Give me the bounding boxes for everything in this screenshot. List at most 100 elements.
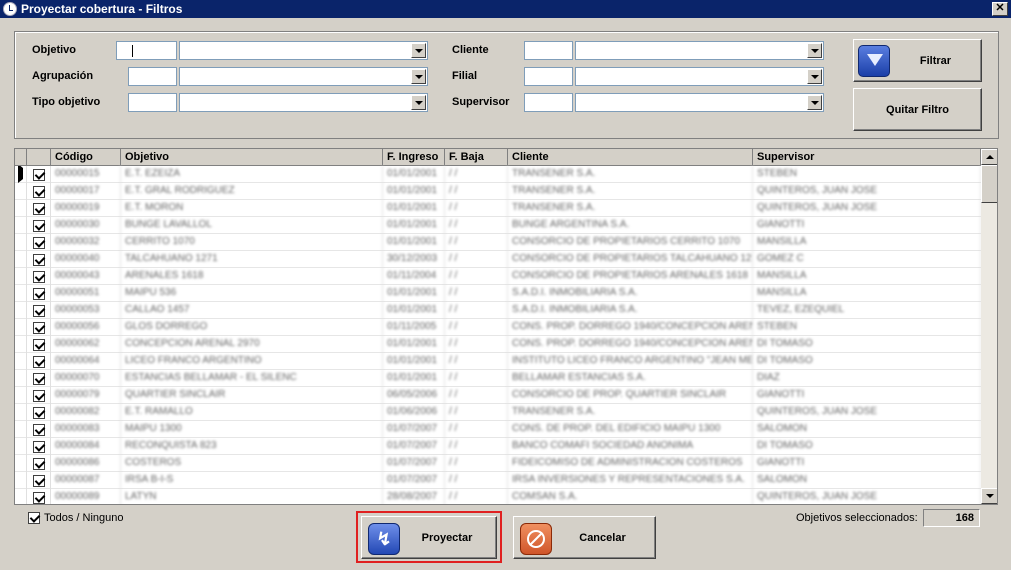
table-row[interactable]: 00000051 MAIPU 536 01/01/2001/ / S.A.D.I. I… xyxy=(15,285,981,302)
table-row[interactable]: 00000030 BUNGE LAVALLOL 01/01/2001/ / BUNGE… xyxy=(15,217,981,234)
objetivo-select[interactable] xyxy=(179,41,428,60)
row-checkbox-cell[interactable] xyxy=(27,285,51,302)
row-checkbox[interactable] xyxy=(32,202,45,215)
row-checkbox-cell[interactable] xyxy=(27,268,51,285)
cancelar-button[interactable]: Cancelar xyxy=(513,516,656,559)
row-checkbox[interactable] xyxy=(32,457,45,470)
table-row[interactable]: 00000079 QUARTIER SINCLAIR 06/05/2006/ / CO… xyxy=(15,387,981,404)
vertical-scrollbar[interactable] xyxy=(981,149,997,504)
header-supervisor[interactable]: Supervisor xyxy=(753,149,981,166)
close-button[interactable]: ✕ xyxy=(992,2,1008,16)
filial-select[interactable] xyxy=(575,67,824,86)
chevron-down-icon[interactable] xyxy=(807,69,822,84)
row-checkbox[interactable] xyxy=(32,440,45,453)
row-checkbox-cell[interactable] xyxy=(27,489,51,504)
agrupacion-code-input[interactable] xyxy=(128,67,177,86)
table-row[interactable]: 00000087 IRSA B-I-S 01/07/2007/ / IRSA INVE… xyxy=(15,472,981,489)
table-row[interactable]: 00000017 E.T. GRAL RODRIGUEZ 01/01/2001/ /… xyxy=(15,183,981,200)
cliente-code-input[interactable] xyxy=(524,41,573,60)
row-checkbox-cell[interactable] xyxy=(27,234,51,251)
objetivo-code-input[interactable] xyxy=(116,41,177,60)
row-checkbox[interactable] xyxy=(32,372,45,385)
row-checkbox-cell[interactable] xyxy=(27,438,51,455)
cell-codigo: 00000053 xyxy=(51,302,121,319)
table-row[interactable]: 00000032 CERRITO 1070 01/01/2001/ / CONSORC… xyxy=(15,234,981,251)
checkbox-checked[interactable] xyxy=(28,512,40,524)
row-checkbox[interactable] xyxy=(32,185,45,198)
header-fecha-ingreso[interactable]: F. Ingreso xyxy=(383,149,445,166)
row-checkbox[interactable] xyxy=(32,287,45,300)
scroll-up-button[interactable] xyxy=(981,149,997,165)
row-checkbox[interactable] xyxy=(32,270,45,283)
tipo-objetivo-code-input[interactable] xyxy=(128,93,177,112)
row-checkbox-cell[interactable] xyxy=(27,353,51,370)
supervisor-select[interactable] xyxy=(575,93,824,112)
row-checkbox-cell[interactable] xyxy=(27,370,51,387)
cell-cliente: CONS. PROP. DORREGO 1940/CONCEPCION AREN xyxy=(508,319,753,336)
row-checkbox-cell[interactable] xyxy=(27,455,51,472)
table-row[interactable]: 00000015 E.T. EZEIZA 01/01/2001/ / TRANSENE… xyxy=(15,166,981,183)
header-cliente[interactable]: Cliente xyxy=(508,149,753,166)
row-checkbox-cell[interactable] xyxy=(27,319,51,336)
table-row[interactable]: 00000062 CONCEPCION ARENAL 2970 01/01/2001… xyxy=(15,336,981,353)
header-fecha-baja[interactable]: F. Baja xyxy=(445,149,508,166)
row-checkbox[interactable] xyxy=(32,355,45,368)
row-checkbox-cell[interactable] xyxy=(27,183,51,200)
filtrar-button[interactable]: Filtrar xyxy=(853,39,982,82)
table-row[interactable]: 00000064 LICEO FRANCO ARGENTINO 01/01/2001… xyxy=(15,353,981,370)
table-row[interactable]: 00000043 ARENALES 1618 01/11/2004/ / CONSOR… xyxy=(15,268,981,285)
scroll-down-button[interactable] xyxy=(981,488,997,504)
row-checkbox-cell[interactable] xyxy=(27,302,51,319)
table-row[interactable]: 00000086 COSTEROS 01/07/2007/ / FIDEICOMISO… xyxy=(15,455,981,472)
row-checkbox[interactable] xyxy=(32,423,45,436)
table-row[interactable]: 00000019 E.T. MORON 01/01/2001/ / TRANSENER… xyxy=(15,200,981,217)
objetivos-grid[interactable]: Código Objetivo F. Ingreso F. Baja Clien… xyxy=(14,148,998,505)
agrupacion-select[interactable] xyxy=(179,67,428,86)
row-checkbox-cell[interactable] xyxy=(27,421,51,438)
row-checkbox[interactable] xyxy=(32,338,45,351)
row-checkbox-cell[interactable] xyxy=(27,251,51,268)
supervisor-code-input[interactable] xyxy=(524,93,573,112)
row-checkbox[interactable] xyxy=(32,304,45,317)
table-row[interactable]: 00000056 GLOS DORREGO 01/11/2005/ / CONS. P… xyxy=(15,319,981,336)
cell-fecha-baja: / / xyxy=(445,421,508,438)
row-checkbox-cell[interactable] xyxy=(27,166,51,183)
row-checkbox[interactable] xyxy=(32,474,45,487)
tipo-objetivo-select[interactable] xyxy=(179,93,428,112)
row-checkbox-cell[interactable] xyxy=(27,336,51,353)
quitar-filtro-button[interactable]: Quitar Filtro xyxy=(853,88,982,131)
table-row[interactable]: 00000089 LATYN 28/08/2007/ / COMSAN S.A. QUI… xyxy=(15,489,981,504)
row-checkbox[interactable] xyxy=(32,236,45,249)
table-row[interactable]: 00000082 E.T. RAMALLO 01/06/2006/ / TRANSEN… xyxy=(15,404,981,421)
row-checkbox-cell[interactable] xyxy=(27,404,51,421)
scroll-thumb[interactable] xyxy=(981,165,997,203)
row-checkbox[interactable] xyxy=(32,321,45,334)
row-checkbox[interactable] xyxy=(32,389,45,402)
table-row[interactable]: 00000070 ESTANCIAS BELLAMAR - EL SILENC 01… xyxy=(15,370,981,387)
row-checkbox-cell[interactable] xyxy=(27,217,51,234)
row-checkbox[interactable] xyxy=(32,406,45,419)
chevron-down-icon[interactable] xyxy=(807,43,822,58)
filial-code-input[interactable] xyxy=(524,67,573,86)
table-row[interactable]: 00000084 RECONQUISTA 823 01/07/2007/ / BANC… xyxy=(15,438,981,455)
table-row[interactable]: 00000053 CALLAO 1457 01/01/2001/ / S.A.D.I.… xyxy=(15,302,981,319)
header-codigo[interactable]: Código xyxy=(51,149,121,166)
chevron-down-icon[interactable] xyxy=(807,95,822,110)
row-checkbox[interactable] xyxy=(32,219,45,232)
chevron-down-icon[interactable] xyxy=(411,43,426,58)
table-row[interactable]: 00000083 MAIPU 1300 01/07/2007/ / CONS. DE … xyxy=(15,421,981,438)
cell-codigo: 00000089 xyxy=(51,489,121,504)
row-checkbox[interactable] xyxy=(32,253,45,266)
header-objetivo[interactable]: Objetivo xyxy=(121,149,383,166)
chevron-down-icon[interactable] xyxy=(411,95,426,110)
cliente-select[interactable] xyxy=(575,41,824,60)
row-checkbox[interactable] xyxy=(32,491,45,504)
chevron-down-icon[interactable] xyxy=(411,69,426,84)
cell-fecha-ingreso: 01/11/2005 xyxy=(383,319,445,336)
row-checkbox-cell[interactable] xyxy=(27,472,51,489)
row-checkbox-cell[interactable] xyxy=(27,200,51,217)
row-checkbox-cell[interactable] xyxy=(27,387,51,404)
row-checkbox[interactable] xyxy=(32,168,45,181)
todos-ninguno-checkbox[interactable]: Todos / Ninguno xyxy=(28,512,124,524)
table-row[interactable]: 00000040 TALCAHUANO 1271 30/12/2003/ / CONS… xyxy=(15,251,981,268)
